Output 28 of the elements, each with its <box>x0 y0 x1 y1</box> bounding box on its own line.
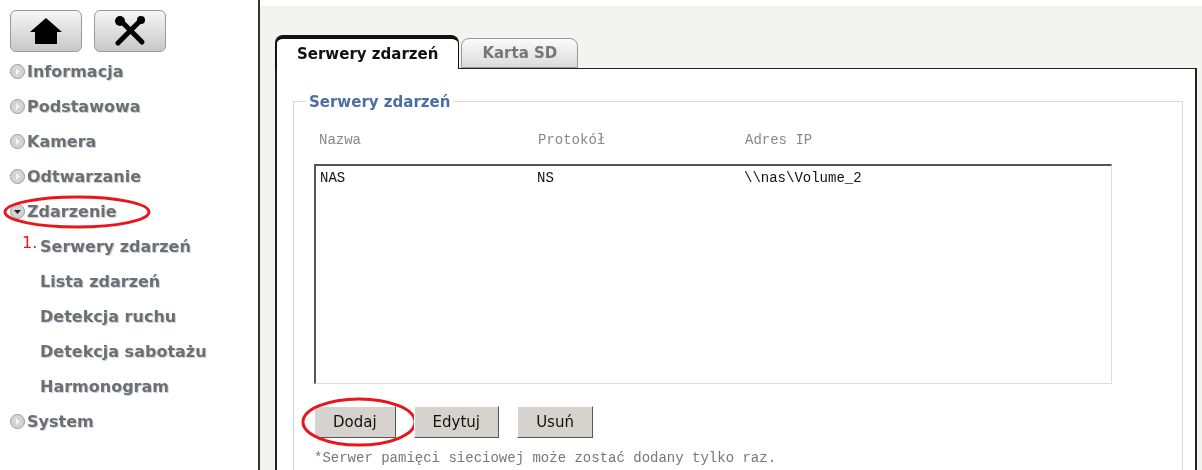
nav-item[interactable]: Kamera <box>27 129 97 154</box>
list-cell-text: NAS <box>320 169 347 188</box>
list-cell-text: \\nas\Volume_2 <box>744 169 862 188</box>
tab[interactable]: Karta SD <box>461 38 579 68</box>
nav-subitem[interactable]: Serwery zdarzeń <box>40 234 191 259</box>
nav-item[interactable]: Odtwarzanie <box>27 164 141 189</box>
nav-subitem[interactable]: Lista zdarzeń <box>40 269 161 294</box>
home-button[interactable] <box>10 10 82 52</box>
tab[interactable]: Serwery zdarzeń <box>275 35 460 69</box>
nav-item[interactable]: System <box>27 409 94 434</box>
nav-item[interactable]: Informacja <box>27 59 124 84</box>
footnote: *Serwer pamięci sieciowej może zostać dodany tylko raz. <box>314 449 778 468</box>
column-header: Adres IP <box>745 131 813 150</box>
nav-item[interactable]: Podstawowa <box>27 94 141 119</box>
settings-button[interactable] <box>94 10 166 52</box>
action-button[interactable]: Usuń <box>517 406 594 438</box>
action-button[interactable]: Edytuj <box>413 406 500 438</box>
column-header: Protokół <box>538 131 607 150</box>
action-button[interactable]: Dodaj <box>314 406 396 438</box>
list-cell-text: NS <box>537 169 555 188</box>
home-icon <box>29 17 63 45</box>
column-header: Nazwa <box>319 131 362 150</box>
nav-subitem[interactable]: Detekcja sabotażu <box>40 339 207 364</box>
nav-subitem[interactable]: Harmonogram <box>40 374 169 399</box>
tools-icon <box>114 16 146 46</box>
server-list[interactable]: NAS NS \\nas\Volume_2 <box>314 164 1112 384</box>
annotation-number: 1. <box>22 232 38 254</box>
nav-subitem[interactable]: Detekcja ruchu <box>40 304 177 329</box>
